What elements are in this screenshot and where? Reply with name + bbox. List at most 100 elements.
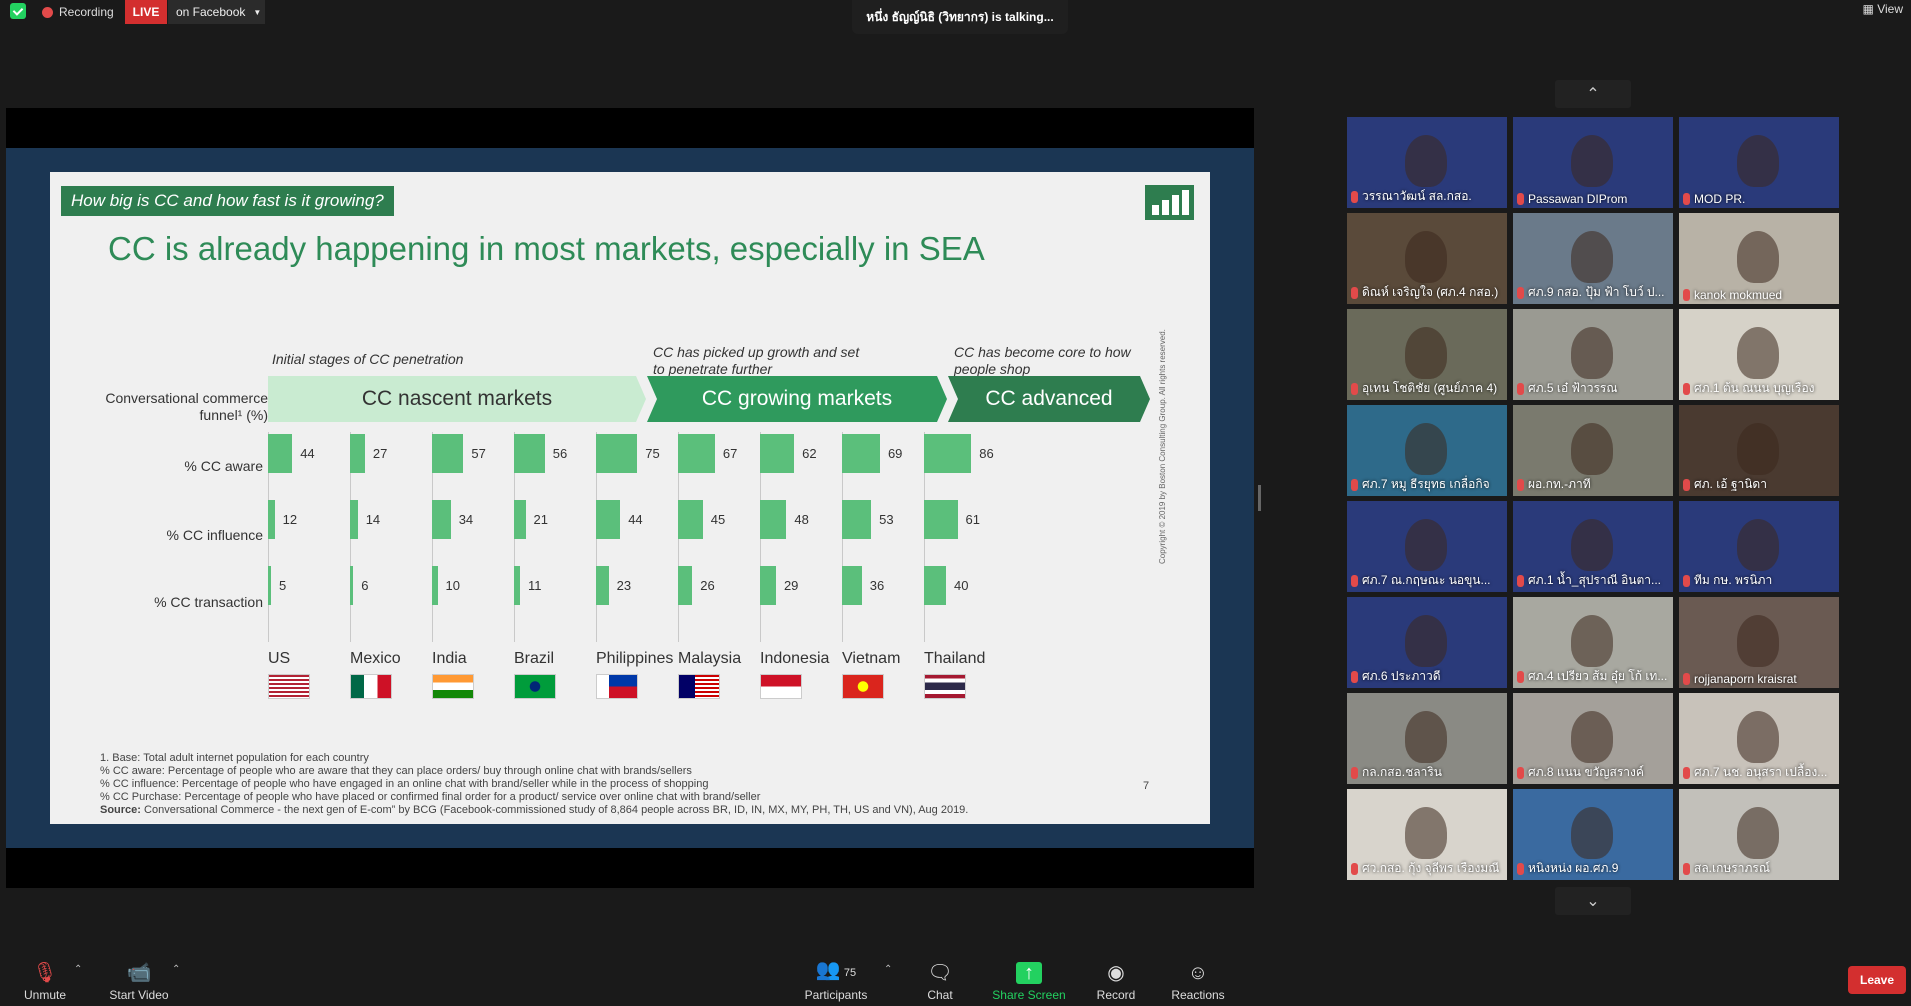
bar — [268, 500, 275, 539]
bar — [760, 500, 787, 539]
record-button[interactable]: ◉ Record — [1092, 955, 1140, 1006]
participant-tile[interactable]: ผอ.กท.-ภาที — [1513, 405, 1673, 496]
footnote-aware: % CC aware: Percentage of people who are… — [100, 765, 692, 777]
bar — [432, 434, 464, 473]
participant-tile[interactable]: ศภ.5 เอ๋ ฟ้าวรรณ — [1513, 309, 1673, 400]
participant-tile[interactable]: วรรณาวัฒน์ สล.กสอ. — [1347, 117, 1507, 208]
reactions-label: Reactions — [1171, 988, 1225, 1002]
participant-tile[interactable]: ศภ.9 กสอ. ปุ้ม ฟ้า โบว์ ป... — [1513, 213, 1673, 304]
participant-name: ศว.กสอ. กุ้ง จุลีพร เรืองมณี — [1351, 859, 1499, 878]
participant-tile[interactable]: กล.กสอ.ชลาริน — [1347, 693, 1507, 784]
data-label: 23 — [616, 578, 632, 593]
start-video-button[interactable]: 📹 Start Video — [103, 955, 175, 1006]
leave-button[interactable]: Leave — [1848, 966, 1906, 994]
split-view-divider[interactable] — [1258, 485, 1261, 511]
slide-background: How big is CC and how fast is it growing… — [6, 148, 1254, 848]
participant-name: ศภ. เอ้ ฐานิดา — [1683, 475, 1767, 494]
participant-tile[interactable]: ศภ.7 ณ.กฤษณะ นอขุน... — [1347, 501, 1507, 592]
participant-video-icon — [1737, 327, 1779, 379]
participant-name: ผอ.กท.-ภาที — [1517, 475, 1591, 494]
participant-video-icon — [1737, 711, 1779, 763]
muted-mic-icon — [1683, 766, 1690, 779]
band-growing-markets: CC growing markets — [647, 376, 947, 422]
data-label: 56 — [552, 446, 568, 461]
bar — [514, 434, 545, 473]
participant-video-icon — [1571, 135, 1613, 187]
recording-indicator[interactable]: Recording — [42, 2, 114, 22]
participant-name: ศภ.6 ประภาวดี — [1351, 667, 1441, 686]
country-label: India — [432, 650, 467, 667]
participant-video-icon — [1571, 423, 1613, 475]
grid-view-icon: ▦ — [1862, 2, 1874, 16]
participant-name: ศภ.7 หมู ธีรยุทธ เกลื่อกิจ — [1351, 475, 1490, 494]
participant-video-icon — [1737, 615, 1779, 667]
active-speaker-banner: หนึ่ง ธัญญ์นิธิ (วิทยากร) is talking... — [852, 0, 1068, 34]
muted-mic-icon — [1683, 193, 1690, 205]
participant-name: MOD PR. — [1683, 192, 1745, 206]
share-screen-label: Share Screen — [992, 988, 1066, 1002]
data-label: 5 — [279, 578, 287, 593]
recording-label: Recording — [59, 5, 114, 19]
flag-icon — [432, 674, 474, 699]
bar — [350, 434, 365, 473]
participant-tile[interactable]: ทีม กษ. พรนิภา — [1679, 501, 1839, 592]
chat-button[interactable]: 🗨 Chat — [918, 955, 962, 1006]
participant-video-icon — [1571, 711, 1613, 763]
bar — [596, 434, 638, 473]
slide: How big is CC and how fast is it growing… — [50, 172, 1210, 824]
participant-video-icon — [1737, 519, 1779, 571]
data-label: 11 — [528, 578, 542, 593]
security-shield-icon[interactable] — [10, 3, 26, 19]
participant-tile[interactable]: หนิงหน่ง ผอ.ศภ.9 — [1513, 789, 1673, 880]
participant-tile[interactable]: ศภ.7 หมู ธีรยุทธ เกลื่อกิจ — [1347, 405, 1507, 496]
data-label: 45 — [710, 512, 726, 527]
participant-name: วรรณาวัฒน์ สล.กสอ. — [1351, 187, 1472, 206]
bar — [514, 566, 521, 605]
participant-tile[interactable]: Passawan DIProm — [1513, 117, 1673, 208]
phase-label-nascent: Initial stages of CC penetration — [272, 351, 464, 367]
live-badge[interactable]: LIVE — [125, 0, 167, 24]
participant-tile[interactable]: ศภ.4 เปรียว ส้ม อุ๋ย โก้ เท... — [1513, 597, 1673, 688]
participant-tile[interactable]: ศภ.1 น้ำ_สุปราณี อินตา... — [1513, 501, 1673, 592]
participant-video-icon — [1405, 615, 1447, 667]
participant-tile[interactable]: สล.เกษราภรณ์ — [1679, 789, 1839, 880]
participant-tile[interactable]: ศว.กสอ. กุ้ง จุลีพร เรืองมณี — [1347, 789, 1507, 880]
participant-name: Passawan DIProm — [1517, 192, 1627, 206]
video-options-caret[interactable]: ⌃ — [172, 964, 180, 975]
muted-mic-icon — [1683, 574, 1690, 587]
participant-tile[interactable]: ศภ.1 ต้น ณนน บุญเรือง — [1679, 309, 1839, 400]
view-menu-button[interactable]: ▦ View — [1863, 2, 1903, 16]
participant-name: ศภ.5 เอ๋ ฟ้าวรรณ — [1517, 379, 1618, 398]
participant-tile[interactable]: rojjanaporn kraisrat — [1679, 597, 1839, 688]
participant-tile[interactable]: ดิณห์ เจริญใจ (ศภ.4 กสอ.) — [1347, 213, 1507, 304]
gallery-next-page-button[interactable]: ⌄ — [1555, 887, 1631, 915]
band-nascent-markets: CC nascent markets — [268, 376, 646, 422]
participant-tile[interactable]: kanok mokmued — [1679, 213, 1839, 304]
shared-screen: How big is CC and how fast is it growing… — [6, 108, 1254, 888]
participant-tile[interactable]: ศภ.7 นช. อนุสรา เปลื้อง... — [1679, 693, 1839, 784]
muted-mic-icon — [1351, 382, 1358, 395]
unmute-button[interactable]: 🎙 Unmute — [16, 955, 74, 1006]
live-destination-dropdown[interactable]: on Facebook ▼ — [168, 0, 265, 24]
participant-name: ดิณห์ เจริญใจ (ศภ.4 กสอ.) — [1351, 283, 1498, 302]
data-label: 27 — [372, 446, 388, 461]
reactions-button[interactable]: ☺ Reactions — [1168, 955, 1228, 1006]
participant-tile[interactable]: อุเทน โชติชัย (ศูนย์ภาค 4) — [1347, 309, 1507, 400]
bar — [678, 500, 703, 539]
flag-icon — [678, 674, 720, 699]
bar — [760, 566, 776, 605]
participant-video-icon — [1405, 807, 1447, 859]
participant-video-icon — [1571, 327, 1613, 379]
participant-tile[interactable]: ศภ. เอ้ ฐานิดา — [1679, 405, 1839, 496]
gallery-prev-page-button[interactable]: ⌃ — [1555, 80, 1631, 108]
chat-icon: 🗨 — [927, 962, 953, 984]
participant-tile[interactable]: ศภ.6 ประภาวดี — [1347, 597, 1507, 688]
participants-button[interactable]: 👥 75 Participants — [800, 955, 872, 1006]
share-screen-button[interactable]: ↑ Share Screen — [990, 955, 1068, 1006]
participant-name: หนิงหน่ง ผอ.ศภ.9 — [1517, 859, 1618, 878]
muted-mic-icon — [1517, 193, 1524, 205]
participant-tile[interactable]: MOD PR. — [1679, 117, 1839, 208]
audio-options-caret[interactable]: ⌃ — [74, 964, 82, 975]
participant-tile[interactable]: ศภ.8 แนน ขวัญสรางค์ — [1513, 693, 1673, 784]
participants-options-caret[interactable]: ⌃ — [884, 964, 892, 975]
